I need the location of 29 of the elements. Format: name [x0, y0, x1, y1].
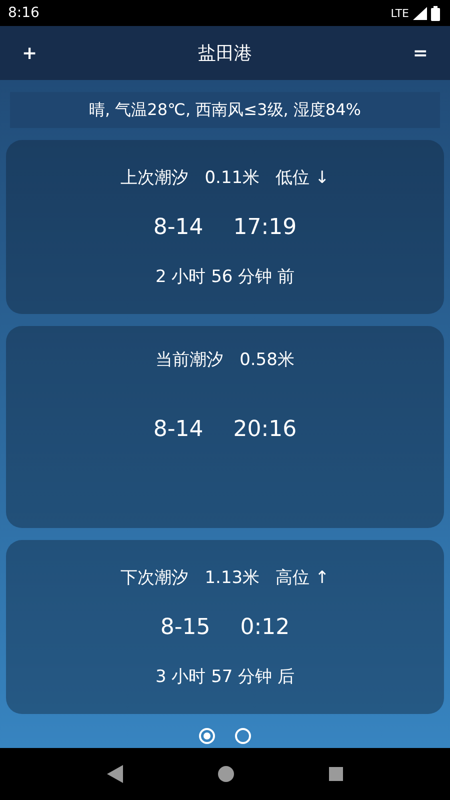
weather-summary: 晴, 气温28℃, 西南风≤3级, 湿度84% [10, 92, 440, 128]
battery-icon [431, 6, 440, 20]
tide-label: 上次潮汐 [120, 166, 189, 189]
relative-time: 3 小时 57 分钟 后 [155, 666, 295, 688]
tide-date: 8-15 [160, 614, 210, 640]
tide-height: 1.13米 [204, 566, 260, 589]
relative-time: 2 小时 56 分钟 前 [155, 266, 295, 288]
tide-state: 高位 ↑ [276, 566, 330, 589]
tide-label: 下次潮汐 [120, 566, 189, 589]
tide-height: 0.11米 [204, 166, 260, 189]
tide-date: 8-14 [153, 417, 204, 442]
back-icon[interactable] [107, 765, 124, 783]
add-button[interactable]: + [16, 40, 44, 66]
tide-time: 0:12 [240, 614, 290, 640]
page-indicator-icon[interactable] [235, 728, 251, 744]
tide-label: 当前潮汐 [156, 349, 224, 371]
signal-icon [413, 6, 427, 20]
tide-time: 20:16 [233, 417, 297, 442]
status-time: 8:16 [8, 5, 40, 21]
menu-button[interactable]: = [406, 40, 434, 66]
port-title: 盐田港 [198, 42, 252, 65]
recents-icon[interactable] [328, 767, 343, 781]
tide-height: 0.58米 [240, 349, 294, 371]
network-type: LTE [390, 6, 409, 20]
tide-date: 8-14 [153, 214, 204, 240]
page-indicator-selected-icon[interactable] [199, 728, 215, 744]
tide-state: 低位 ↓ [276, 166, 330, 189]
home-icon[interactable] [218, 766, 234, 782]
tide-time: 17:19 [233, 214, 297, 240]
